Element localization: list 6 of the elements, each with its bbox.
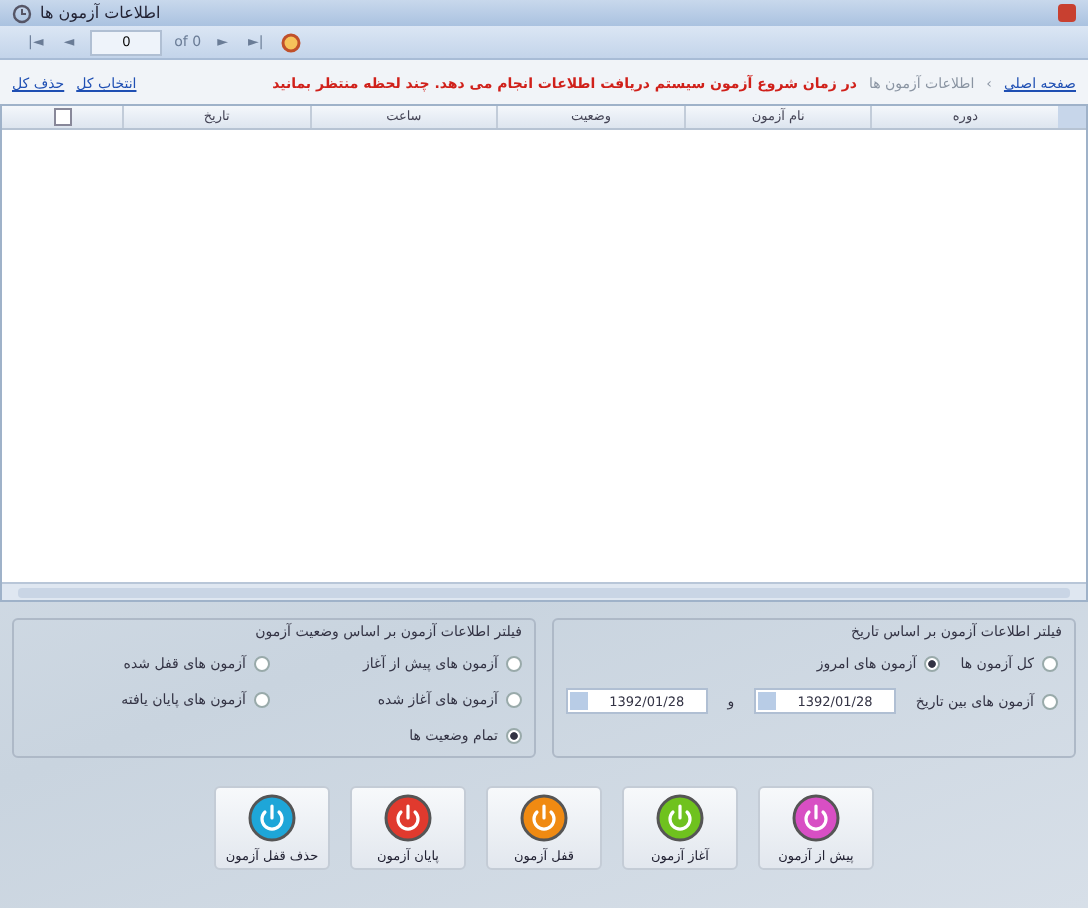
clock-icon: [12, 3, 32, 23]
window-title: اطلاعات آزمون ها: [40, 4, 161, 22]
row-header-cell: [1058, 106, 1086, 128]
close-icon[interactable]: [1058, 4, 1076, 22]
horizontal-scrollbar[interactable]: [2, 582, 1086, 600]
checkbox[interactable]: [53, 108, 72, 126]
